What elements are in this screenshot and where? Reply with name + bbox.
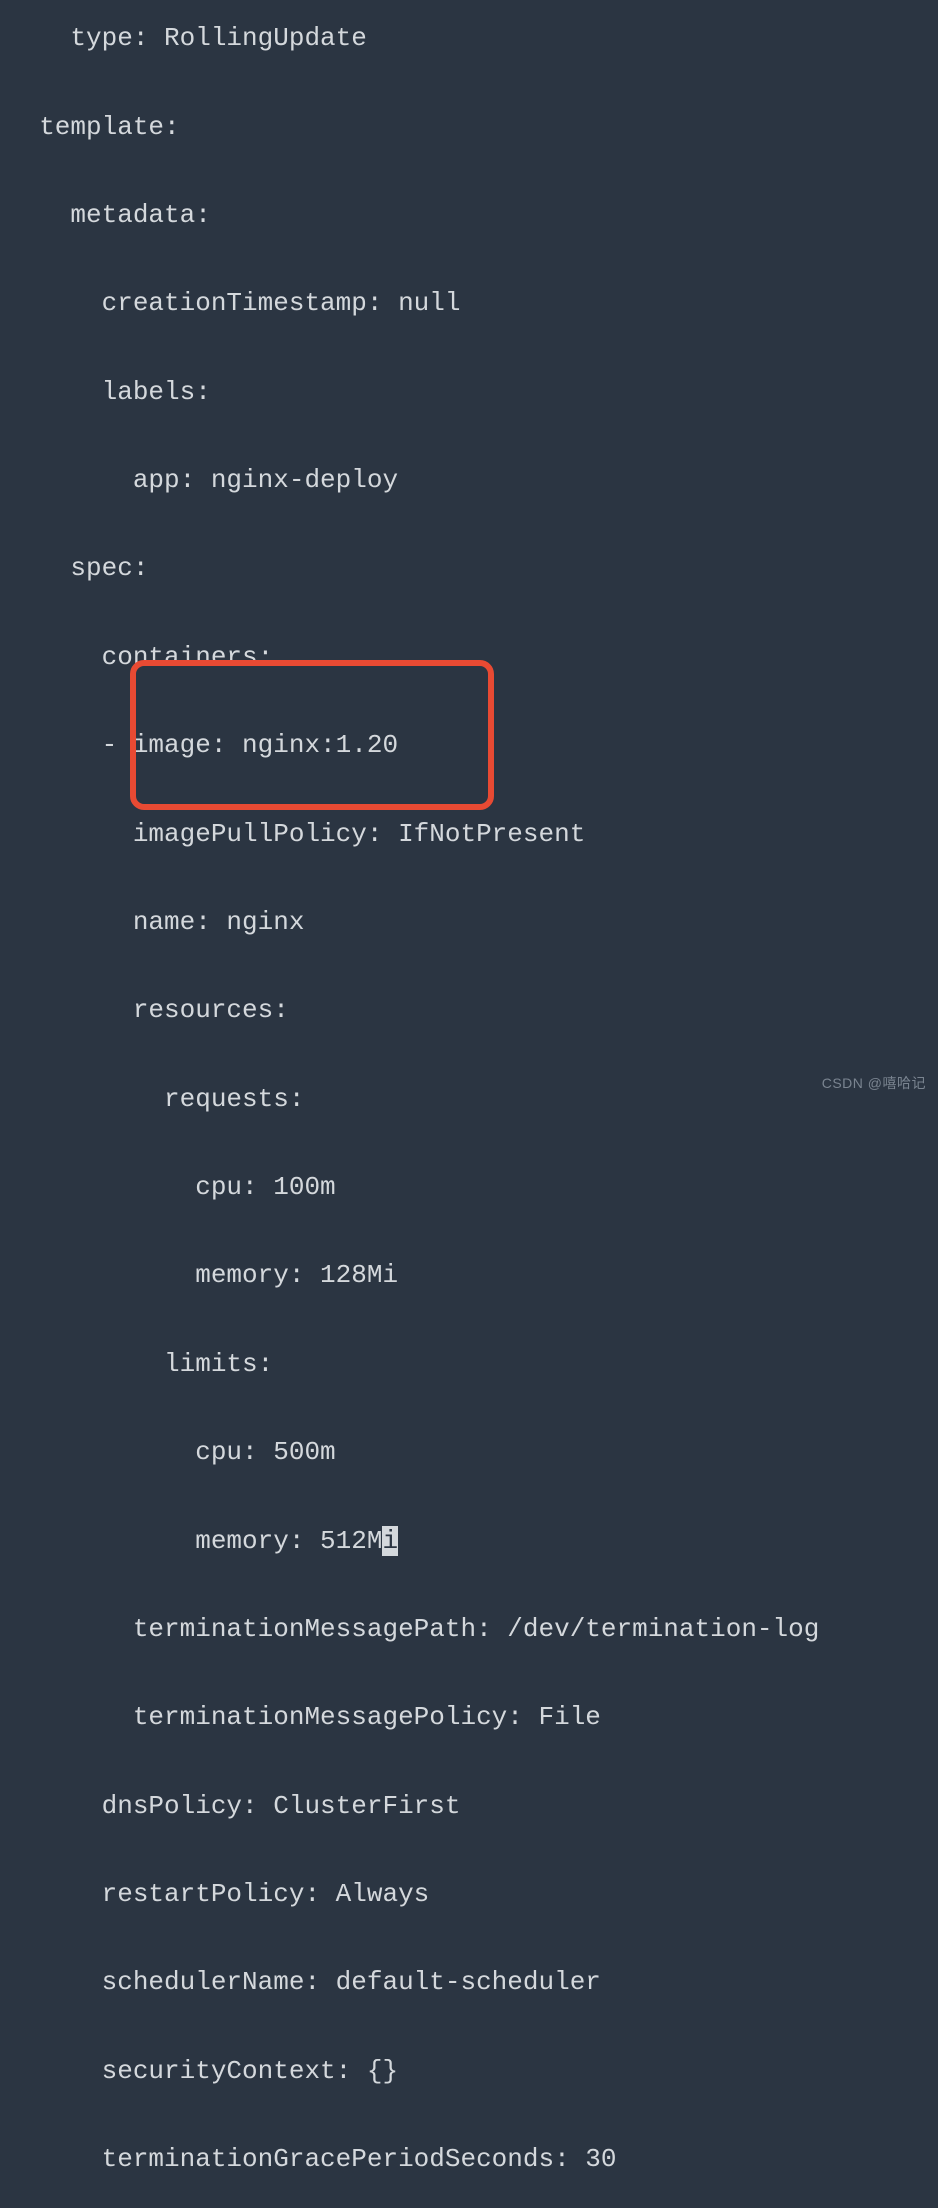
code-line: dnsPolicy: ClusterFirst: [0, 1784, 938, 1828]
code-line: name: nginx: [0, 900, 938, 944]
yaml-code-block[interactable]: type: RollingUpdate template: metadata: …: [0, 0, 938, 2208]
code-line: terminationGracePeriodSeconds: 30: [0, 2137, 938, 2181]
code-line: memory: 128Mi: [0, 1253, 938, 1297]
code-line: securityContext: {}: [0, 2049, 938, 2093]
code-line: spec:: [0, 546, 938, 590]
code-line: labels:: [0, 370, 938, 414]
watermark-label: CSDN @嘻哈记: [822, 1072, 926, 1096]
code-line: cpu: 500m: [0, 1430, 938, 1474]
code-line: app: nginx-deploy: [0, 458, 938, 502]
code-line: template:: [0, 105, 938, 149]
code-line: resources:: [0, 988, 938, 1032]
code-line: creationTimestamp: null: [0, 281, 938, 325]
code-line: metadata:: [0, 193, 938, 237]
code-line: imagePullPolicy: IfNotPresent: [0, 812, 938, 856]
code-line: terminationMessagePath: /dev/termination…: [0, 1607, 938, 1651]
code-line: cpu: 100m: [0, 1165, 938, 1209]
code-line: containers:: [0, 635, 938, 679]
code-line: schedulerName: default-scheduler: [0, 1960, 938, 2004]
cursor-position: i: [382, 1526, 398, 1556]
code-line: restartPolicy: Always: [0, 1872, 938, 1916]
code-line: - image: nginx:1.20: [0, 723, 938, 767]
code-line: requests:: [0, 1077, 938, 1121]
code-line: limits:: [0, 1342, 938, 1386]
code-text: memory: 512M: [8, 1526, 382, 1556]
code-line: terminationMessagePolicy: File: [0, 1695, 938, 1739]
code-line-with-cursor: memory: 512Mi: [0, 1519, 938, 1563]
code-line: type: RollingUpdate: [0, 16, 938, 60]
